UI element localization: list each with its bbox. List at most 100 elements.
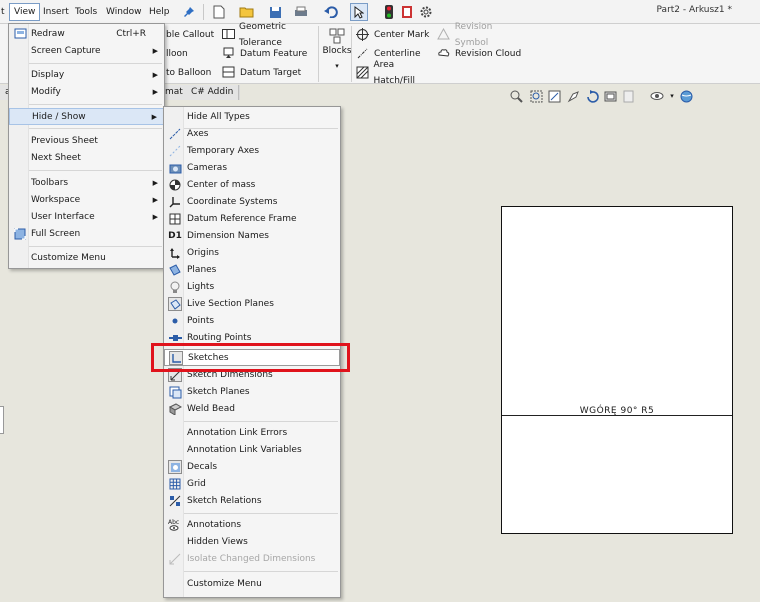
select-cursor-icon[interactable] — [350, 3, 368, 21]
ribbon-blocks-button[interactable]: Blocks ▾ — [322, 26, 352, 82]
submenu-arrow-icon: ▶ — [152, 196, 158, 204]
section-view-icon[interactable] — [621, 89, 635, 103]
origin-icon — [168, 246, 182, 260]
menu-item-points[interactable]: Points — [164, 313, 340, 330]
ribbon-item-callout[interactable]: ble Callout — [166, 27, 228, 43]
menu-item-workspace[interactable]: Workspace ▶ — [9, 192, 164, 209]
menu-item-planes[interactable]: Planes — [164, 262, 340, 279]
menu-item-coordinate-systems[interactable]: Coordinate Systems — [164, 194, 340, 211]
menu-item-next-sheet[interactable]: Next Sheet — [9, 150, 164, 167]
menu-item-annotation-link-errors[interactable]: Annotation Link Errors — [164, 425, 340, 442]
drawing-sheet[interactable]: WGÓRĘ 90° R5 — [501, 206, 733, 534]
gear-icon[interactable] — [417, 3, 435, 21]
hide-show-items-icon[interactable] — [650, 89, 664, 103]
menu-item-redraw-shortcut: Ctrl+R — [116, 29, 146, 39]
menu-item-redraw[interactable]: Redraw Ctrl+R — [9, 26, 164, 43]
sketch-plane-icon — [168, 385, 182, 399]
menu-item-full-screen[interactable]: Full Screen — [9, 226, 164, 243]
tab-csharp-addin[interactable]: C# Addin — [186, 85, 240, 100]
menu-item-live-section-planes[interactable]: Live Section Planes — [164, 296, 340, 313]
menu-item-full-screen-label: Full Screen — [31, 229, 81, 239]
display-style-icon[interactable] — [603, 89, 617, 103]
menu-item-customize-menu[interactable]: Customize Menu — [9, 250, 164, 267]
menu-item-cameras[interactable]: Cameras — [164, 160, 340, 177]
menu-item-hide-show[interactable]: Hide / Show ▶ — [9, 108, 164, 125]
menu-item-redraw-label: Redraw — [31, 29, 65, 39]
menu-item-annotations[interactable]: Abc Annotations — [164, 517, 340, 534]
menu-item-annotation-link-variables[interactable]: Annotation Link Variables — [164, 442, 340, 459]
menu-separator — [184, 571, 338, 572]
menu-item-previous-sheet[interactable]: Previous Sheet — [9, 133, 164, 150]
menu-item-screen-capture[interactable]: Screen Capture ▶ — [9, 43, 164, 60]
feature-manager-collapsed-tab[interactable] — [0, 406, 4, 434]
submenu-arrow-icon: ▶ — [152, 88, 158, 96]
ribbon-item-revision-cloud[interactable]: Revision Cloud — [437, 46, 527, 62]
menu-item-hide-all-types[interactable]: Hide All Types — [164, 109, 340, 126]
menu-item-isolate-changed-dimensions[interactable]: Isolate Changed Dimensions — [164, 551, 340, 568]
menu-item-dimension-names-label: Dimension Names — [187, 231, 269, 241]
menu-item-lights[interactable]: Lights — [164, 279, 340, 296]
menu-item-customize-menu-label: Customize Menu — [187, 579, 262, 589]
menu-item-sketch-relations[interactable]: Sketch Relations — [164, 493, 340, 510]
ribbon-item-balloon[interactable]: lloon — [166, 46, 228, 62]
menu-item-sketch-planes[interactable]: Sketch Planes — [164, 384, 340, 401]
blocks-icon — [329, 28, 345, 44]
geometric-tolerance-icon — [222, 28, 235, 42]
menu-item-datum-reference-frame[interactable]: Datum Reference Frame — [164, 211, 340, 228]
ribbon-item-revision-symbol[interactable]: Revision Symbol — [437, 22, 527, 48]
menu-help[interactable]: Help — [145, 4, 174, 20]
ribbon-item-auto-balloon[interactable]: to Balloon — [166, 65, 228, 81]
menu-tools[interactable]: Tools — [71, 4, 101, 20]
chevron-down-icon[interactable]: ▾ — [322, 62, 352, 70]
pin-icon[interactable] — [180, 3, 198, 21]
ribbon-item-center-mark[interactable]: Center Mark — [356, 27, 436, 43]
menu-file[interactable]: t — [0, 4, 9, 20]
menu-item-annotation-link-variables-label: Annotation Link Variables — [187, 445, 302, 455]
ribbon-item-center-mark-label: Center Mark — [374, 30, 430, 40]
menu-item-display[interactable]: Display ▶ — [9, 67, 164, 84]
live-section-plane-icon — [168, 297, 182, 311]
menu-bar: t View Insert Tools Window Help Part2 - … — [0, 0, 760, 24]
menu-item-customize-menu[interactable]: Customize Menu — [164, 576, 340, 593]
rotate-view-icon[interactable] — [585, 89, 599, 103]
menu-item-axes[interactable]: Axes — [164, 126, 340, 143]
menu-insert[interactable]: Insert — [39, 4, 73, 20]
menu-item-sketch-planes-label: Sketch Planes — [187, 387, 250, 397]
chevron-down-icon[interactable]: ▾ — [665, 89, 679, 103]
ribbon-item-datum-feature[interactable]: Datum Feature — [222, 46, 322, 62]
view-menu-dropdown: Redraw Ctrl+R Screen Capture ▶ Display ▶… — [8, 23, 165, 269]
zoom-to-area-icon[interactable] — [529, 89, 543, 103]
menu-item-user-interface[interactable]: User Interface ▶ — [9, 209, 164, 226]
menu-item-dimension-names[interactable]: D1 Dimension Names — [164, 228, 340, 245]
menu-separator — [29, 63, 162, 64]
menu-separator — [184, 421, 338, 422]
menu-item-weld-bead[interactable]: Weld Bead — [164, 401, 340, 418]
menu-item-decals[interactable]: Decals — [164, 459, 340, 476]
menu-item-temporary-axes[interactable]: Temporary Axes — [164, 143, 340, 160]
menu-item-grid[interactable]: Grid — [164, 476, 340, 493]
menu-item-center-of-mass[interactable]: Center of mass — [164, 177, 340, 194]
menu-item-toolbars-label: Toolbars — [31, 178, 69, 188]
menu-view[interactable]: View — [9, 3, 41, 21]
zoom-out-icon[interactable] — [547, 89, 561, 103]
undo-icon[interactable] — [322, 3, 340, 21]
ribbon-item-revision-cloud-label: Revision Cloud — [455, 49, 522, 59]
menu-item-toolbars[interactable]: Toolbars ▶ — [9, 175, 164, 192]
menu-item-modify[interactable]: Modify ▶ — [9, 84, 164, 101]
menu-window[interactable]: Window — [102, 4, 146, 20]
file-properties-icon[interactable] — [398, 3, 416, 21]
new-document-icon[interactable] — [210, 3, 228, 21]
grid-icon — [168, 477, 182, 491]
point-icon — [168, 314, 182, 328]
menu-item-hidden-views[interactable]: Hidden Views — [164, 534, 340, 551]
ribbon-item-area-hatch[interactable]: Area Hatch/Fill — [356, 60, 436, 86]
ribbon-item-datum-target[interactable]: Datum Target — [222, 65, 322, 81]
ribbon-item-datum-target-label: Datum Target — [240, 68, 302, 78]
menu-item-origins[interactable]: Origins — [164, 245, 340, 262]
pan-icon[interactable] — [566, 89, 580, 103]
traffic-light-icon[interactable] — [380, 3, 398, 21]
ribbon-separator — [351, 26, 352, 82]
ribbon-item-geometric-tolerance[interactable]: Geometric Tolerance — [222, 22, 322, 48]
scene-globe-icon[interactable] — [679, 89, 693, 103]
zoom-to-fit-icon[interactable] — [509, 89, 523, 103]
